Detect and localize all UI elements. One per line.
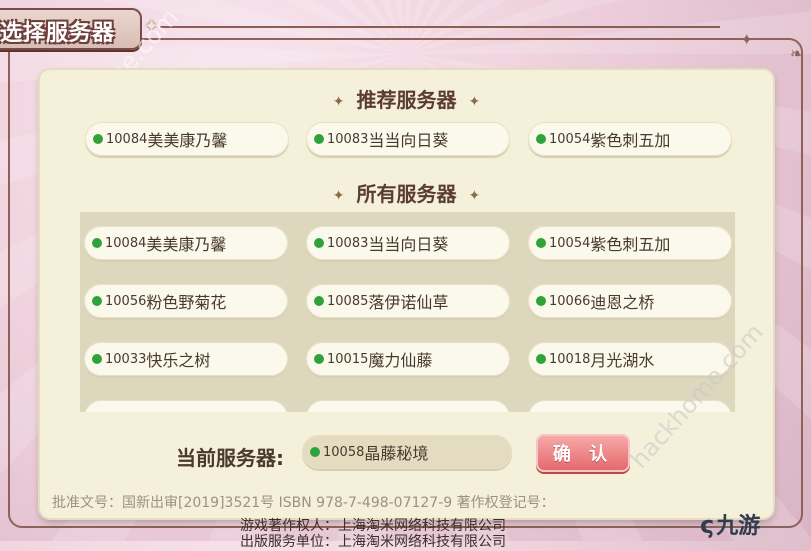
online-status-icon bbox=[314, 134, 324, 144]
server-list-item[interactable]: 10083 当当向日葵 bbox=[306, 226, 510, 260]
server-name: 当当向日葵 bbox=[368, 235, 449, 254]
server-id: 10015 bbox=[327, 351, 369, 367]
online-status-icon bbox=[536, 354, 546, 364]
sparkle-icon: ✦ bbox=[332, 93, 345, 110]
server-id: 10054 bbox=[549, 235, 591, 251]
online-status-icon bbox=[93, 134, 103, 144]
server-name: 当当向日葵 bbox=[368, 131, 449, 150]
sparkle-icon: ✦ bbox=[468, 93, 481, 110]
online-status-icon bbox=[536, 238, 546, 248]
server-list-item-partial[interactable] bbox=[84, 400, 288, 412]
server-name: 迪恩之桥 bbox=[590, 293, 655, 312]
confirm-button[interactable]: 确 认 bbox=[536, 434, 630, 472]
server-name: 紫色刺五加 bbox=[590, 131, 671, 150]
sparkle-icon: ✦ bbox=[332, 187, 345, 204]
server-list-item-partial[interactable] bbox=[306, 400, 510, 412]
online-status-icon bbox=[92, 296, 102, 306]
online-status-icon bbox=[536, 296, 546, 306]
site-logo: ς九游 bbox=[700, 508, 760, 540]
dialog-title-tab: 选择服务器 bbox=[0, 8, 142, 50]
publisher-info: 出版服务单位：上海淘米网络科技有限公司 bbox=[240, 534, 506, 550]
recommended-heading-text: 推荐服务器 bbox=[356, 88, 457, 112]
top-divider bbox=[160, 26, 720, 28]
current-server-label: 当前服务器: bbox=[176, 446, 284, 470]
server-id: 10054 bbox=[549, 131, 591, 147]
sparkle-icon: ✦ bbox=[468, 187, 481, 204]
server-id: 10033 bbox=[105, 351, 147, 367]
server-id: 10084 bbox=[106, 131, 148, 147]
server-list-item[interactable]: 10084 美美康乃馨 bbox=[84, 226, 288, 260]
dialog-title: 选择服务器 bbox=[0, 21, 116, 46]
server-list[interactable]: 10084 美美康乃馨 10083 当当向日葵 10054 紫色刺五加 1005… bbox=[80, 212, 735, 412]
online-status-icon bbox=[310, 447, 320, 457]
server-name: 紫色刺五加 bbox=[590, 235, 671, 254]
recommended-server-3[interactable]: 10054 紫色刺五加 bbox=[528, 122, 732, 156]
server-name: 美美康乃馨 bbox=[146, 235, 227, 254]
logo-text: 九游 bbox=[716, 514, 761, 539]
server-list-item[interactable]: 10085 落伊诺仙草 bbox=[306, 284, 510, 318]
approval-info: 批准文号：国新出审[2019]3521号 ISBN 978-7-498-0712… bbox=[52, 495, 555, 511]
server-name: 快乐之树 bbox=[146, 351, 211, 370]
server-id: 10084 bbox=[105, 235, 147, 251]
online-status-icon bbox=[314, 354, 324, 364]
server-name: 魔力仙藤 bbox=[368, 351, 433, 370]
online-status-icon bbox=[536, 134, 546, 144]
online-status-icon bbox=[92, 354, 102, 364]
server-list-item[interactable]: 10033 快乐之树 bbox=[84, 342, 288, 376]
logo-icon: ς bbox=[700, 511, 715, 539]
server-name: 月光湖水 bbox=[590, 351, 655, 370]
server-id: 10085 bbox=[327, 293, 369, 309]
server-list-item[interactable]: 10054 紫色刺五加 bbox=[528, 226, 732, 260]
server-name: 落伊诺仙草 bbox=[368, 293, 449, 312]
server-name: 美美康乃馨 bbox=[147, 131, 228, 150]
server-list-item[interactable]: 10066 迪恩之桥 bbox=[528, 284, 732, 318]
server-list-item[interactable]: 10015 魔力仙藤 bbox=[306, 342, 510, 376]
recommended-heading: ✦ 推荐服务器 ✦ bbox=[40, 84, 773, 113]
online-status-icon bbox=[92, 238, 102, 248]
all-servers-heading-text: 所有服务器 bbox=[356, 182, 457, 206]
corner-ornament-icon: ❧ bbox=[790, 44, 804, 63]
server-name: 粉色野菊花 bbox=[146, 293, 227, 312]
server-id: 10083 bbox=[327, 235, 369, 251]
current-server-field: 10058 晶藤秘境 bbox=[302, 435, 512, 469]
server-name: 晶藤秘境 bbox=[364, 444, 429, 463]
recommended-server-2[interactable]: 10083 当当向日葵 bbox=[306, 122, 510, 156]
online-status-icon bbox=[314, 296, 324, 306]
server-id: 10056 bbox=[105, 293, 147, 309]
server-id: 10018 bbox=[549, 351, 591, 367]
online-status-icon bbox=[314, 238, 324, 248]
server-id: 10066 bbox=[549, 293, 591, 309]
recommended-server-1[interactable]: 10084 美美康乃馨 bbox=[85, 122, 289, 156]
server-list-item[interactable]: 10056 粉色野菊花 bbox=[84, 284, 288, 318]
server-id: 10083 bbox=[327, 131, 369, 147]
server-id: 10058 bbox=[323, 444, 365, 460]
all-servers-heading: ✦ 所有服务器 ✦ bbox=[40, 178, 773, 207]
corner-ornament-icon: ✦ bbox=[740, 30, 754, 49]
